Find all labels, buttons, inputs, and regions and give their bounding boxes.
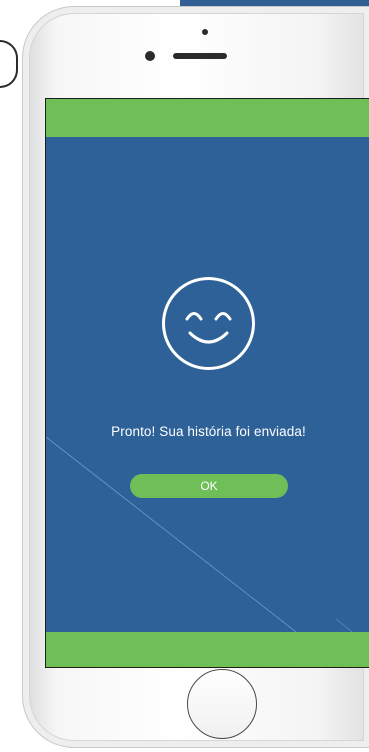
front-camera <box>145 51 155 61</box>
screen-reflection-lines <box>46 436 369 667</box>
bottom-green-bar <box>46 632 369 667</box>
phone-side-button <box>0 40 18 88</box>
ok-button[interactable]: OK <box>130 474 288 498</box>
earpiece-speaker <box>173 53 227 59</box>
phone-frame: Pronto! Sua história foi enviada! OK <box>22 6 369 748</box>
success-message: Pronto! Sua história foi enviada! <box>111 424 306 439</box>
page: Pronto! Sua história foi enviada! OK <box>0 0 369 752</box>
proximity-sensor <box>202 29 208 35</box>
smiley-face-icon <box>162 277 255 370</box>
phone-screen: Pronto! Sua história foi enviada! OK <box>45 98 369 668</box>
top-green-bar <box>46 99 369 137</box>
home-button[interactable] <box>187 669 257 739</box>
